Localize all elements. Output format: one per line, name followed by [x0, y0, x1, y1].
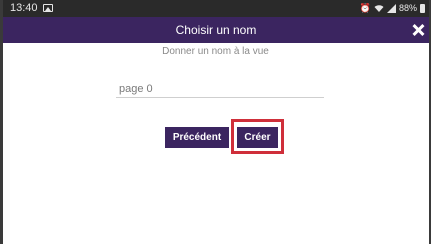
wifi-icon [374, 5, 384, 12]
highlight-annotation [231, 119, 284, 154]
view-name-input[interactable] [116, 80, 324, 98]
battery-percent: 88% [398, 3, 417, 13]
signal-icon [386, 4, 396, 13]
gallery-icon [43, 4, 53, 12]
app-bar: Choisir un nom [3, 17, 429, 43]
status-icons: ⏰ 88% [360, 0, 425, 17]
status-time: 13:40 [10, 2, 38, 14]
status-bar: 13:40 ⏰ 88% [3, 0, 429, 17]
dialog-title: Choisir un nom [175, 23, 257, 37]
instruction-text: Donner un nom à la vue [162, 46, 269, 57]
alarm-icon: ⏰ [359, 3, 371, 13]
previous-button[interactable]: Précédent [165, 127, 229, 148]
battery-icon [420, 4, 425, 13]
close-icon[interactable] [411, 23, 425, 37]
